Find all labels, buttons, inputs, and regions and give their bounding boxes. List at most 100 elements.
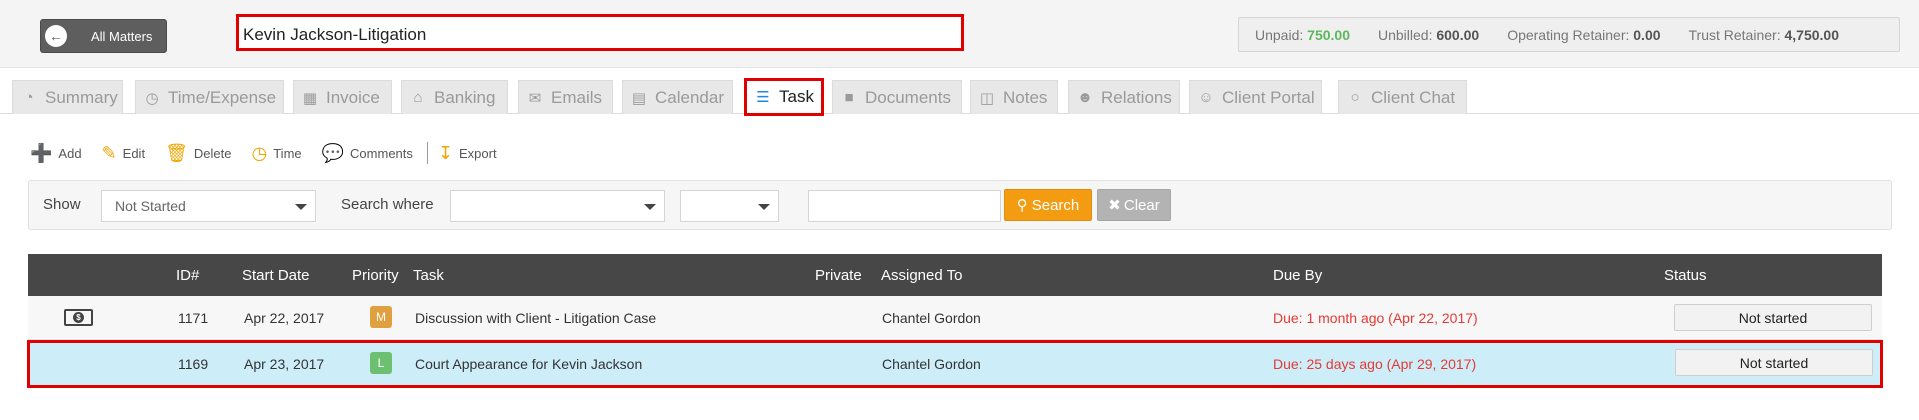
bank-icon: ⌂ [413,89,423,106]
money-bill-icon[interactable]: $ [64,309,93,326]
comments-label: Comments [350,145,413,161]
assigned-to: Chantel Gordon [882,356,981,372]
task-name[interactable]: Court Appearance for Kevin Jackson [415,356,642,372]
status-badge[interactable]: Not started [1674,304,1872,331]
unpaid-label: Unpaid: [1255,26,1304,43]
search-button[interactable]: ⚲ Search [1004,189,1092,221]
unbilled-value: 600.00 [1436,26,1480,43]
export-button[interactable]: ↧ Export [438,144,497,162]
time-button[interactable]: ◷ Time [252,144,302,162]
filter-bar: Show Not Started Search where ⚲ Search ✖ C… [28,180,1892,230]
client-portal-icon: ☺ [1198,89,1214,106]
edit-button[interactable]: ✎ Edit [102,144,146,162]
comments-icon: 💬 [321,143,345,163]
operating-retainer-summary: Operating Retainer: 0.00 [1507,27,1660,43]
matter-tabs: ◔ Summary ◷ Time/Expense ▦ Invoice ⌂ Banking… [0,78,1919,116]
status-badge[interactable]: Not started [1675,349,1873,376]
financial-summary: Unpaid: 750.00 Unbilled: 600.00 Operatin… [1238,17,1900,52]
tab-calendar[interactable]: ▤ Calendar [622,80,733,114]
search-where-select[interactable] [450,190,665,222]
trust-retainer-value: 4,750.00 [1784,26,1839,43]
tab-banking[interactable]: ⌂ Banking [401,80,508,114]
priority-badge: L [370,352,392,374]
clear-button-label: Clear [1123,196,1160,214]
task-toolbar: ➕ Add ✎ Edit 🗑 Delete ◷ Time 💬 Comments ↧ Expo… [30,140,517,166]
show-select[interactable]: Not Started [101,190,316,222]
start-date: Apr 22, 2017 [244,310,325,326]
task-name[interactable]: Discussion with Client - Litigation Case [415,310,656,326]
search-icon: ⚲ [1016,197,1028,214]
due-by: Due: 1 month ago (Apr 22, 2017) [1273,310,1478,326]
priority-badge: M [370,306,392,328]
tab-time-expense[interactable]: ◷ Time/Expense [135,80,284,114]
table-row[interactable]: $ 1171 Apr 22, 2017 M Discussion with Cl… [28,296,1882,340]
tab-relations[interactable]: ☻ Relations [1068,80,1180,114]
search-input[interactable] [808,190,1001,222]
file-icon: ◫ [979,89,995,107]
users-icon: ☻ [1077,89,1093,106]
column-header-task[interactable]: Task [413,267,444,284]
unpaid-summary: Unpaid: 750.00 [1255,27,1350,43]
column-header-priority[interactable]: Priority [352,267,399,284]
matter-title: Kevin Jackson-Litigation [236,14,964,51]
top-bar: ← All Matters Kevin Jackson-Litigation U… [0,0,1919,68]
operating-retainer-label: Operating Retainer: [1507,26,1630,43]
tab-label: Notes [1003,87,1048,107]
chevron-down-icon [295,204,307,210]
column-header-assigned-to[interactable]: Assigned To [881,267,962,284]
tab-label: Calendar [655,87,724,107]
tab-summary[interactable]: ◔ Summary [12,80,123,114]
tab-emails[interactable]: ✉ Emails [518,80,613,114]
all-matters-button[interactable]: ← All Matters [40,19,167,53]
trust-retainer-summary: Trust Retainer: 4,750.00 [1689,27,1839,43]
plus-circle-icon: ➕ [30,143,53,163]
tab-client-portal[interactable]: ☺ Client Portal [1189,80,1322,114]
tab-label: Summary [45,87,118,107]
search-button-label: Search [1031,196,1080,214]
tab-documents[interactable]: ■ Documents [832,80,962,114]
folder-icon: ■ [844,89,854,106]
operating-retainer-value: 0.00 [1633,26,1661,43]
trash-icon: 🗑 [165,143,188,163]
table-header: ID# Start Date Priority Task Private Ass… [28,254,1882,296]
column-header-private[interactable]: Private [815,267,862,284]
delete-label: Delete [193,145,232,161]
start-date: Apr 23, 2017 [244,356,325,372]
tab-label: Invoice [326,87,380,107]
tab-client-chat[interactable]: ○ Client Chat [1338,80,1467,114]
table-row[interactable]: 1169 Apr 23, 2017 L Court Appearance for… [27,340,1883,388]
tab-task[interactable]: ☰ Task [744,78,824,116]
column-header-status[interactable]: Status [1664,267,1707,284]
unbilled-label: Unbilled: [1377,26,1433,43]
arrow-left-icon: ← [45,25,67,47]
export-label: Export [459,145,497,161]
toolbar-divider [426,142,428,164]
tab-label: Client Chat [1371,87,1456,107]
unpaid-value: 750.00 [1307,26,1350,43]
delete-button[interactable]: 🗑 Delete [165,144,231,162]
search-where-label: Search where [341,196,434,213]
tab-invoice[interactable]: ▦ Invoice [293,80,392,114]
comments-button[interactable]: 💬 Comments [322,144,413,162]
add-label: Add [58,145,82,161]
dashboard-icon: ◔ [24,89,34,106]
tab-label: Task [779,87,814,106]
tab-notes[interactable]: ◫ Notes [970,80,1058,114]
column-header-id[interactable]: ID# [176,267,199,284]
operator-select[interactable] [680,190,779,222]
chevron-down-icon [644,204,656,210]
table-icon: ▦ [302,89,318,107]
column-header-due-by[interactable]: Due By [1273,267,1322,284]
show-label: Show [43,196,81,213]
calendar-icon: ▤ [631,89,647,107]
task-table: ID# Start Date Priority Task Private Ass… [27,254,1883,388]
task-list-icon: ☰ [756,89,770,106]
show-select-value: Not Started [115,198,186,214]
tab-label: Banking [434,87,496,107]
add-button[interactable]: ➕ Add [30,144,82,162]
clock-icon: ◷ [145,89,159,107]
column-header-start-date[interactable]: Start Date [242,267,310,284]
unbilled-summary: Unbilled: 600.00 [1378,27,1479,43]
task-id: 1171 [178,310,209,326]
clear-button[interactable]: ✖ Clear [1097,189,1171,221]
